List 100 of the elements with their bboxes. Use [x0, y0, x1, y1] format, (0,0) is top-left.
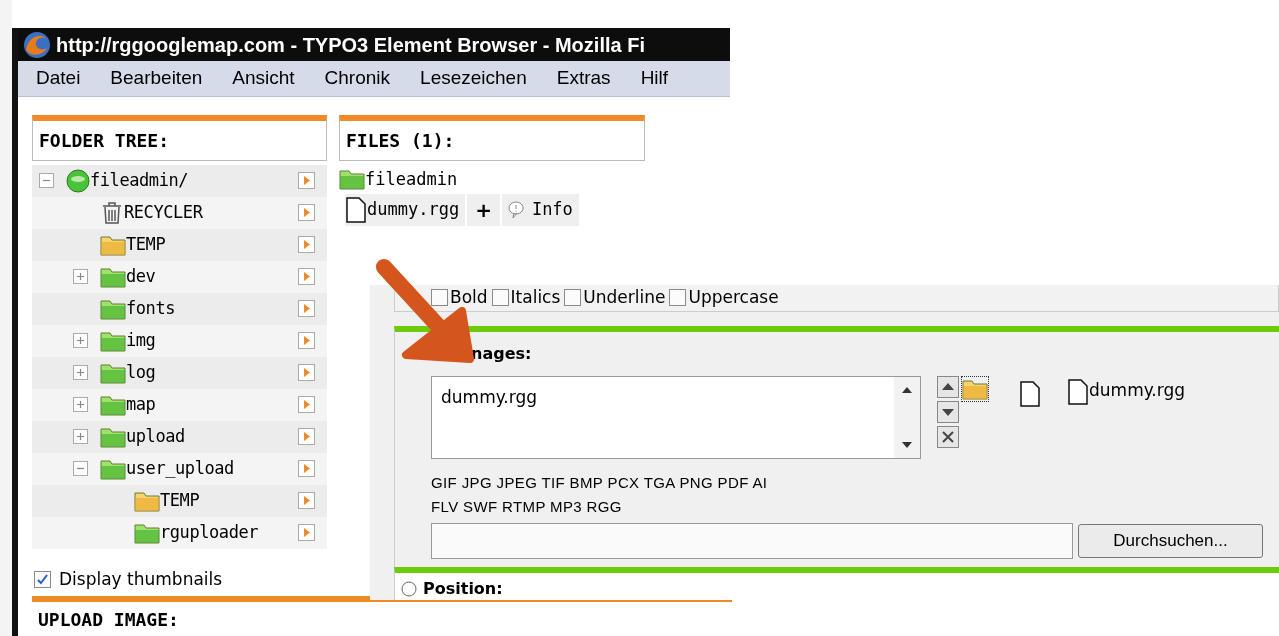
checkbox[interactable] [564, 289, 582, 307]
menu-item[interactable]: Lesezeichen [420, 64, 527, 93]
tree-row[interactable]: TEMP [32, 228, 327, 261]
field-label: Position: [423, 577, 503, 600]
folder-name: dev [126, 264, 156, 288]
folder-icon [100, 265, 126, 288]
arrow-right-icon[interactable] [298, 332, 315, 349]
file-icon [1067, 377, 1089, 406]
file-input[interactable] [431, 522, 1073, 559]
tree-row[interactable]: upload [32, 420, 327, 453]
arrow-right-icon[interactable] [298, 524, 315, 541]
folder-icon [100, 393, 126, 416]
file-link[interactable]: dummy.rgg [345, 194, 466, 226]
arrow-right-icon[interactable] [298, 300, 315, 317]
folder-icon [134, 521, 160, 544]
scroll-down-icon[interactable] [902, 441, 912, 448]
scrollbar[interactable] [894, 376, 920, 458]
folder-icon [100, 361, 126, 384]
tree-row[interactable]: RECYCLER [32, 196, 327, 229]
panel-title: FOLDER TREE: [39, 128, 170, 153]
checkbox[interactable] [34, 570, 51, 588]
folder-icon [100, 297, 126, 320]
menu-item[interactable]: Extras [556, 64, 611, 93]
checkbox[interactable] [491, 289, 509, 307]
checkbox-label: Uppercase [688, 286, 779, 309]
info-icon [401, 580, 417, 597]
move-down-icon[interactable] [937, 400, 959, 423]
tree-row[interactable]: TEMP [32, 484, 327, 517]
folder-name: fonts [126, 296, 176, 320]
file-list-box[interactable]: dummy.rgg [431, 375, 921, 459]
checkbox-label: Italics [510, 286, 561, 309]
arrow-right-icon[interactable] [298, 428, 315, 445]
expand-icon[interactable] [72, 333, 88, 348]
tree-row[interactable]: log [32, 356, 327, 389]
checkbox[interactable] [431, 289, 448, 307]
info-button[interactable]: Info [501, 194, 579, 226]
arrow-right-icon[interactable] [298, 236, 315, 253]
menu-item[interactable]: Hilf [640, 64, 669, 93]
arrow-right-icon[interactable] [298, 460, 315, 477]
folder-name: TEMP [126, 232, 166, 256]
file-types-text: GIF JPG JPEG TIF BMP PCX TGA PNG PDF AI [431, 472, 769, 493]
menu-item[interactable]: Datei [36, 64, 81, 93]
folder-name: user_upload [126, 456, 234, 480]
move-up-icon[interactable] [937, 375, 959, 398]
tree-row[interactable]: img [32, 324, 327, 357]
arrow-right-icon[interactable] [298, 204, 315, 221]
folder-icon [100, 425, 126, 448]
folder-name[interactable]: fileadmin [365, 166, 458, 192]
expand-icon[interactable] [72, 365, 88, 380]
tree-row[interactable]: fileadmin/ [32, 164, 327, 197]
file-icon [345, 196, 367, 224]
menu-item[interactable]: Bearbeiten [110, 64, 203, 93]
expand-icon[interactable] [72, 269, 88, 284]
folder-name: map [126, 392, 156, 416]
folder-name: TEMP [160, 488, 200, 512]
collapse-icon[interactable] [72, 461, 88, 476]
collapse-icon[interactable] [38, 173, 54, 188]
add-button[interactable]: + [467, 194, 500, 226]
tree-row[interactable]: map [32, 388, 327, 421]
expand-icon[interactable] [72, 397, 88, 412]
checkbox-label: Display thumbnails [59, 567, 223, 591]
arrow-right-icon[interactable] [298, 396, 315, 413]
globe-icon [66, 168, 90, 193]
speech-bubble-icon [507, 201, 524, 219]
folder-name: log [126, 360, 156, 384]
panel-title: UPLOAD IMAGE: [38, 609, 179, 630]
menu-item[interactable]: Ansicht [232, 64, 295, 93]
folder-icon [100, 329, 126, 352]
checkbox-label: Underline [583, 286, 666, 309]
folder-icon [339, 168, 365, 191]
trash-icon [100, 200, 124, 225]
window-title: http://rggooglemap.com - TYPO3 Element Browser - Mozilla Fi [56, 32, 645, 58]
file-types-text: FLV SWF RTMP MP3 RGG [431, 496, 623, 517]
browse-button[interactable]: Durchsuchen... [1078, 523, 1263, 558]
tree-row[interactable]: user_upload [32, 452, 327, 485]
checkbox-label: Bold [450, 286, 488, 309]
folder-icon [134, 489, 160, 512]
checkbox[interactable] [669, 289, 687, 307]
folder-icon [100, 233, 126, 256]
arrow-right-icon[interactable] [298, 172, 315, 189]
expand-icon[interactable] [72, 429, 88, 444]
remove-icon[interactable] [937, 425, 959, 448]
tree-row[interactable]: fonts [32, 292, 327, 325]
menu-item[interactable]: Chronik [324, 64, 391, 93]
folder-name: fileadmin/ [90, 168, 189, 192]
arrow-right-icon[interactable] [298, 268, 315, 285]
folder-name: RECYCLER [124, 200, 203, 224]
tree-row[interactable]: rguploader [32, 516, 327, 549]
file-name: dummy.rgg [1089, 378, 1185, 402]
arrow-right-icon[interactable] [298, 492, 315, 509]
tree-row[interactable]: dev [32, 260, 327, 293]
panel-title: FILES (1): [346, 128, 455, 153]
folder-name: rguploader [160, 520, 259, 544]
folder-icon [100, 457, 126, 480]
scroll-up-icon[interactable] [902, 386, 912, 393]
folder-icon [962, 377, 988, 400]
arrow-right-icon[interactable] [298, 364, 315, 381]
file-icon [1019, 379, 1041, 408]
folder-name: upload [126, 424, 185, 448]
browser-logo-icon [22, 29, 52, 60]
